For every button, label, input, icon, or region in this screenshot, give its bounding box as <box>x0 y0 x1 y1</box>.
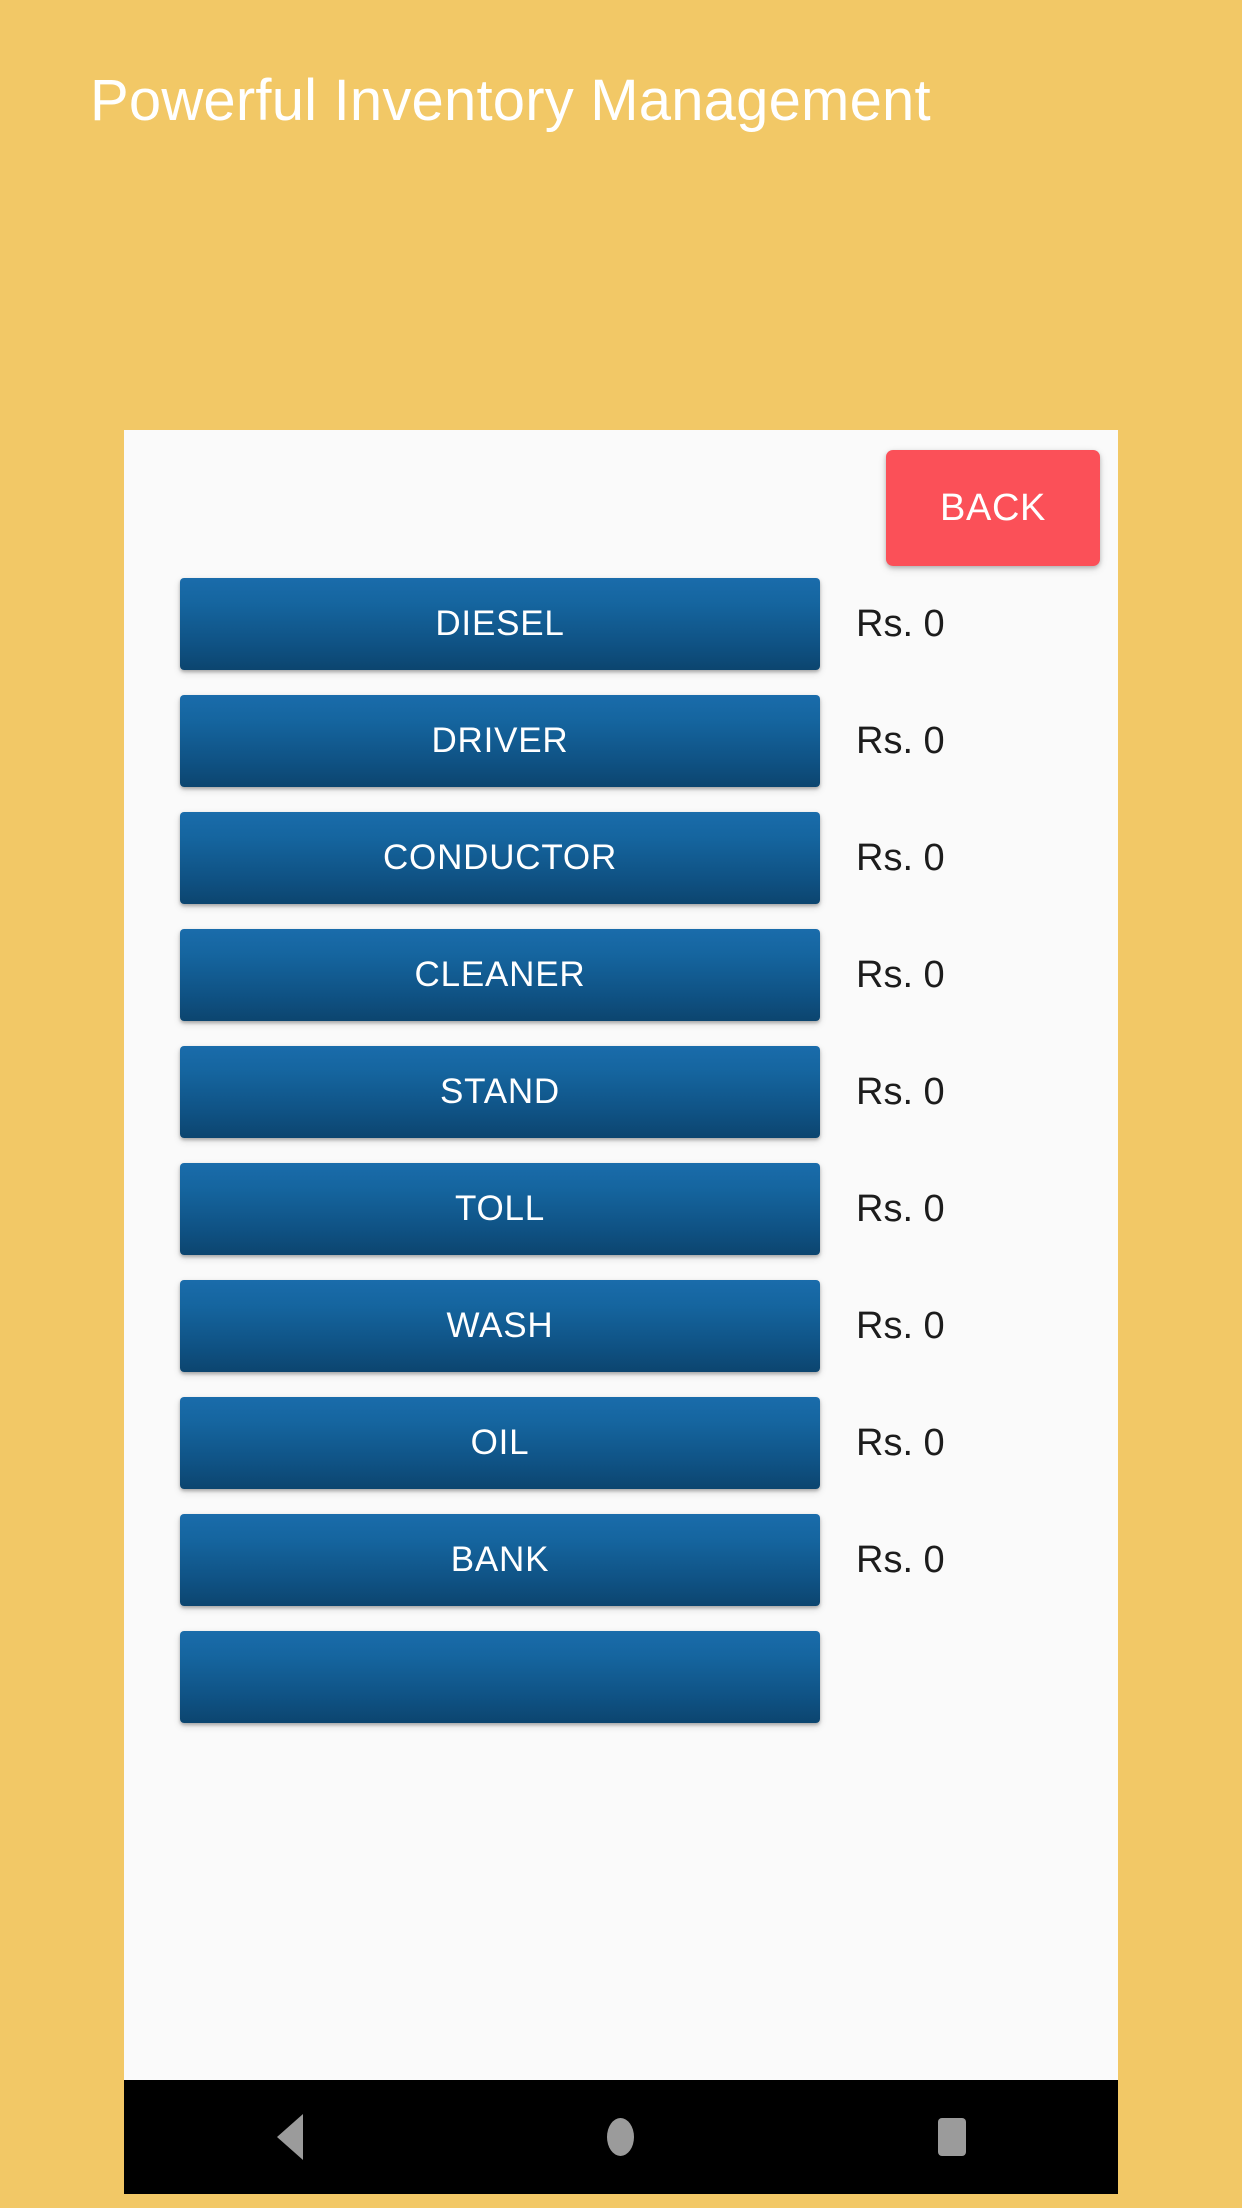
back-button-label: BACK <box>940 486 1046 529</box>
expense-button-label: DRIVER <box>431 721 569 760</box>
expense-button[interactable]: TOLL <box>180 1163 820 1255</box>
expense-amount: Rs. 0 <box>856 837 945 879</box>
expense-row: DRIVER Rs. 0 <box>124 695 1118 787</box>
expense-button-label: CONDUCTOR <box>382 838 618 877</box>
expense-amount: Rs. 0 <box>856 1305 945 1347</box>
expense-amount: Rs. 0 <box>856 1422 945 1464</box>
expense-button[interactable]: DRIVER <box>180 695 820 787</box>
expense-button[interactable]: OIL <box>180 1397 820 1489</box>
expense-row: CONDUCTOR Rs. 0 <box>124 812 1118 904</box>
expense-amount: Rs. 0 <box>856 1071 945 1113</box>
back-button[interactable]: BACK <box>886 450 1100 566</box>
expense-amount: Rs. 0 <box>856 954 945 996</box>
expense-button[interactable]: DIESEL <box>180 578 820 670</box>
nav-recents-button[interactable] <box>852 2080 1052 2194</box>
expense-row: CLEANER Rs. 0 <box>124 929 1118 1021</box>
triangle-back-icon <box>276 2114 303 2160</box>
expense-row: DIESEL Rs. 0 <box>124 578 1118 670</box>
expense-amount: Rs. 0 <box>856 720 945 762</box>
nav-back-button[interactable] <box>190 2080 390 2194</box>
expense-list: DIESEL Rs. 0 DRIVER Rs. 0 CONDUCTOR Rs. 0 CLEA… <box>124 578 1118 1748</box>
expense-button[interactable]: BANK <box>180 1514 820 1606</box>
expense-row <box>124 1631 1118 1723</box>
expense-button-label: BANK <box>450 1540 550 1579</box>
page-title: Powerful Inventory Management <box>90 68 931 133</box>
expense-button[interactable]: WASH <box>180 1280 820 1372</box>
expense-amount: Rs. 0 <box>856 1188 945 1230</box>
expense-row: STAND Rs. 0 <box>124 1046 1118 1138</box>
nav-home-button[interactable] <box>521 2080 721 2194</box>
expense-button[interactable]: CONDUCTOR <box>180 812 820 904</box>
expense-button-label: WASH <box>446 1306 554 1345</box>
content-card: BACK DIESEL Rs. 0 DRIVER Rs. 0 CONDUCTOR Rs. … <box>124 430 1118 2080</box>
expense-button[interactable]: STAND <box>180 1046 820 1138</box>
expense-button[interactable]: CLEANER <box>180 929 820 1021</box>
expense-button-label: OIL <box>470 1423 530 1462</box>
expense-row: OIL Rs. 0 <box>124 1397 1118 1489</box>
expense-amount: Rs. 0 <box>856 603 945 645</box>
square-recents-icon <box>938 2118 967 2156</box>
expense-button-label: STAND <box>439 1072 561 1111</box>
circle-home-icon <box>607 2118 635 2156</box>
expense-row: TOLL Rs. 0 <box>124 1163 1118 1255</box>
expense-button-label: TOLL <box>454 1189 546 1228</box>
expense-amount: Rs. 0 <box>856 1539 945 1581</box>
expense-row: WASH Rs. 0 <box>124 1280 1118 1372</box>
expense-row: BANK Rs. 0 <box>124 1514 1118 1606</box>
expense-button-label: DIESEL <box>435 604 565 643</box>
expense-button-label: CLEANER <box>414 955 586 994</box>
android-nav-bar <box>124 2080 1118 2194</box>
expense-button[interactable] <box>180 1631 820 1723</box>
